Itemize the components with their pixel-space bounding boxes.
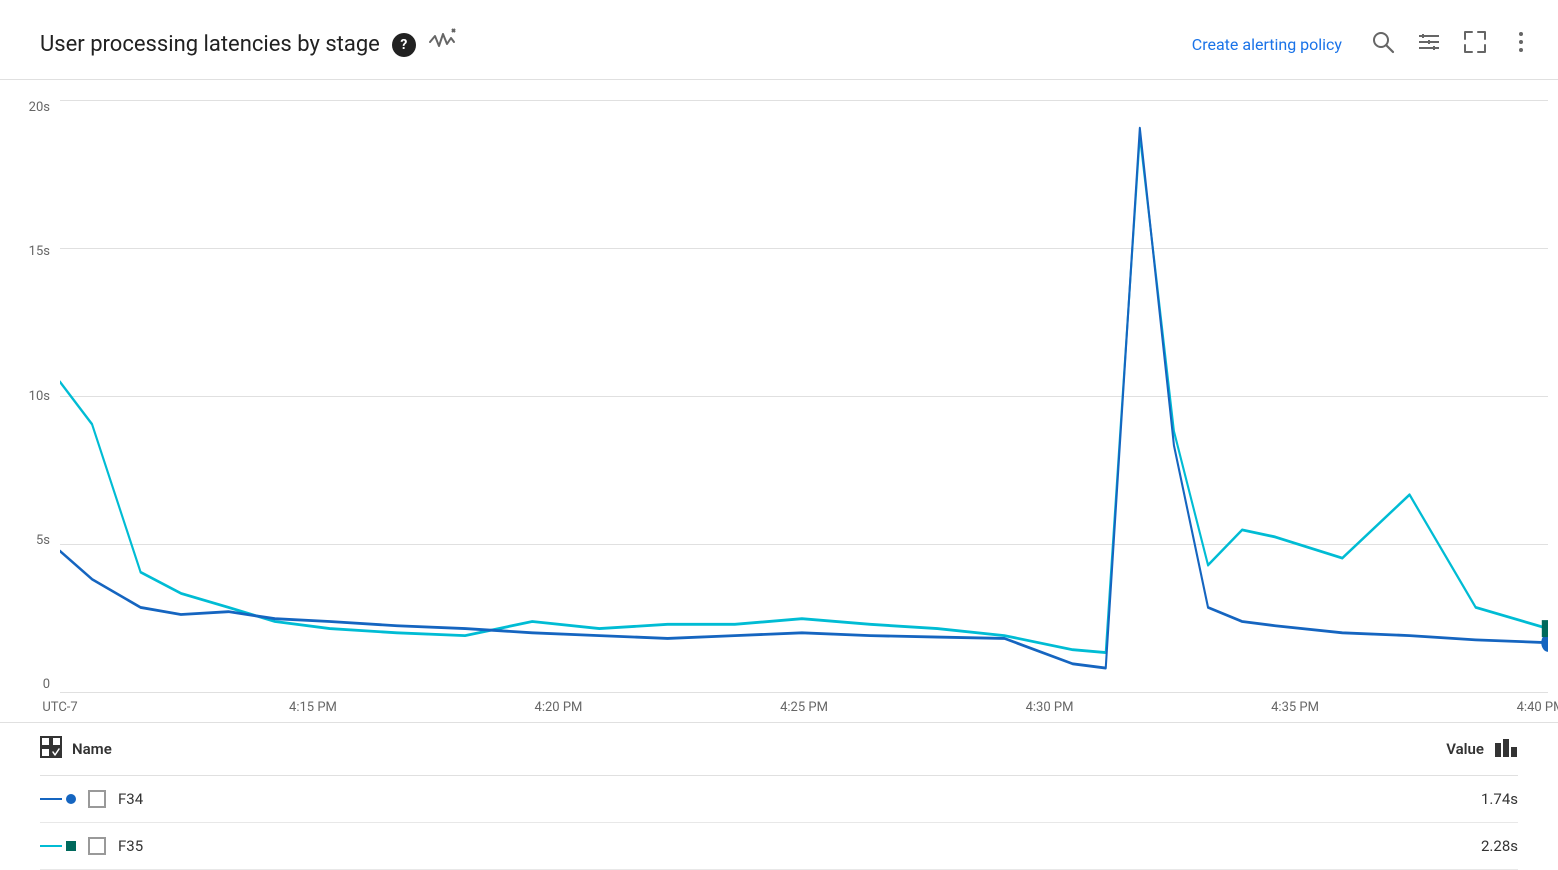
x-axis: UTC-7 4:15 PM 4:20 PM 4:25 PM 4:30 PM 4:…: [60, 692, 1548, 722]
legend-row-f34-name: F34: [40, 790, 1438, 808]
chart-area: 20s 15s 10s 5s 0: [0, 80, 1558, 722]
x-label-420: 4:20 PM: [535, 700, 583, 715]
help-icon[interactable]: ?: [392, 33, 416, 57]
chart-header: User processing latencies by stage ? Cre…: [0, 0, 1558, 80]
chart-svg: [60, 100, 1548, 692]
chart-title: User processing latencies by stage: [40, 32, 380, 57]
f35-name-text: F35: [118, 837, 143, 855]
y-label-5: 5s: [36, 533, 50, 548]
f35-line-indicator: [40, 841, 76, 851]
create-alerting-policy-link[interactable]: Create alerting policy: [1192, 35, 1342, 54]
f34-checkbox[interactable]: [88, 790, 106, 808]
chart-plot: UTC-7 4:15 PM 4:20 PM 4:25 PM 4:30 PM 4:…: [60, 90, 1548, 722]
toolbar-icons: [1370, 29, 1534, 61]
f34-line-dash: [40, 798, 62, 800]
legend-icon: [40, 736, 62, 762]
f34-value: 1.74s: [1438, 790, 1518, 808]
legend: Name Value F: [0, 722, 1558, 870]
legend-row-f34: F34 1.74s: [40, 776, 1518, 823]
chart-container: User processing latencies by stage ? Cre…: [0, 0, 1558, 870]
x-label-435: 4:35 PM: [1271, 700, 1319, 715]
y-label-15: 15s: [29, 244, 50, 259]
column-chart-icon[interactable]: [1494, 735, 1518, 763]
legend-header: Name Value: [40, 723, 1518, 776]
filter-icon[interactable]: [1416, 29, 1442, 61]
x-label-440: 4:40 PM: [1517, 700, 1558, 715]
more-options-icon[interactable]: [1508, 29, 1534, 61]
x-label-430: 4:30 PM: [1026, 700, 1074, 715]
f35-value: 2.28s: [1438, 837, 1518, 855]
x-label-415: 4:15 PM: [289, 700, 337, 715]
y-label-10: 10s: [29, 389, 50, 404]
f34-dot-circle: [66, 794, 76, 804]
y-axis: 20s 15s 10s 5s 0: [0, 90, 60, 722]
f34-line-indicator: [40, 794, 76, 804]
f35-checkbox[interactable]: [88, 837, 106, 855]
y-label-0: 0: [43, 677, 50, 692]
search-icon[interactable]: [1370, 29, 1396, 61]
anomaly-detection-icon[interactable]: [428, 28, 456, 61]
legend-row-f35: F35 2.28s: [40, 823, 1518, 870]
legend-name-header: Name: [72, 740, 112, 758]
y-label-20: 20s: [29, 100, 50, 115]
legend-value-header: Value: [1446, 740, 1484, 758]
legend-value-col: Value: [1446, 735, 1518, 763]
f35-line-dash: [40, 845, 62, 847]
f35-dot-square: [66, 841, 76, 851]
fullscreen-icon[interactable]: [1462, 29, 1488, 61]
x-label-425: 4:25 PM: [780, 700, 828, 715]
legend-row-f35-name: F35: [40, 837, 1438, 855]
legend-name-col: Name: [40, 736, 1446, 762]
f34-name-text: F34: [118, 790, 143, 808]
x-label-utc: UTC-7: [42, 700, 77, 715]
